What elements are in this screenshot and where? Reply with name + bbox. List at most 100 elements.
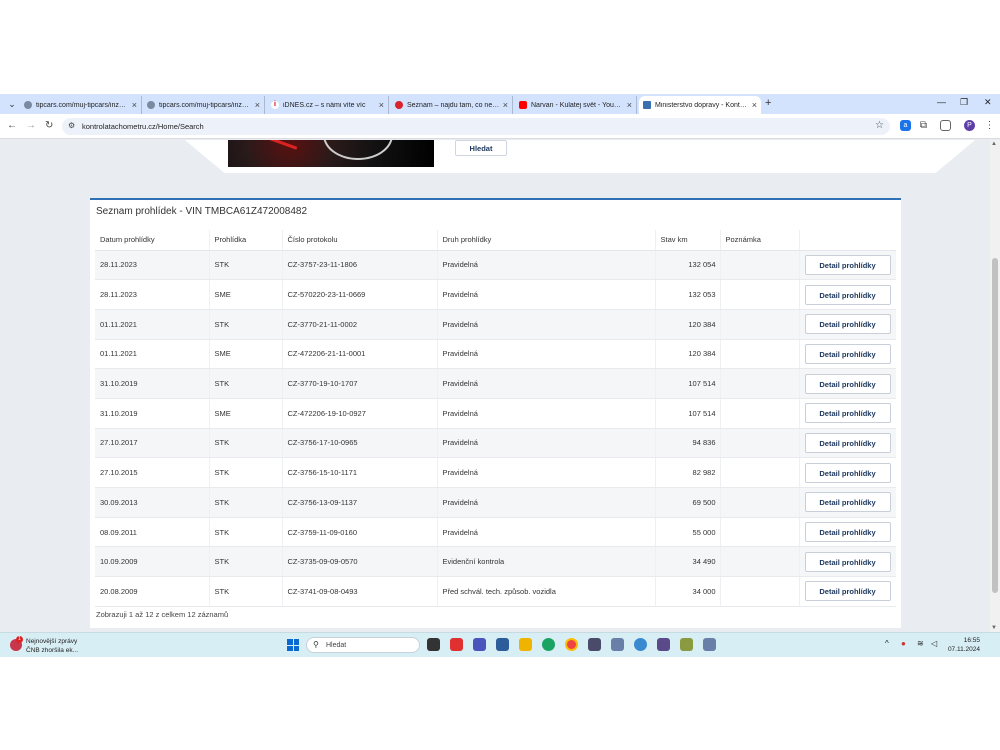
new-tab-icon[interactable]: +: [765, 97, 771, 109]
chrome-icon[interactable]: [565, 638, 578, 651]
taskbar-search[interactable]: ⚲ Hledat: [306, 637, 420, 653]
cell-kind: Pravidelná: [436, 398, 655, 429]
close-tab-icon[interactable]: ×: [132, 100, 137, 110]
scroll-up-icon[interactable]: ▲: [991, 141, 997, 147]
cell-protocol: CZ-3770-19-10-1707: [281, 368, 437, 399]
browser-tab[interactable]: i iDNES.cz – s námi víte víc ×: [267, 96, 389, 114]
system-clock[interactable]: 16:55 07.11.2024: [946, 636, 980, 654]
col-header-kind[interactable]: Druh prohlídky: [436, 230, 655, 251]
detail-button[interactable]: Detail prohlídky: [804, 373, 891, 394]
table-row: 28.11.2023 SME CZ-570220-23-11-0669 Pravide…: [95, 279, 896, 310]
site-info-icon[interactable]: ⚙: [68, 121, 75, 130]
extensions-puzzle-icon[interactable]: ⧉: [918, 120, 929, 131]
card-title: Seznam prohlídek - VIN TMBCA61Z472008482: [96, 206, 308, 217]
cell-km: 120 384: [654, 339, 720, 370]
close-tab-icon[interactable]: ×: [379, 100, 384, 110]
windows-start-icon[interactable]: [287, 639, 299, 651]
cell-km: 94 836: [654, 428, 720, 459]
detail-button[interactable]: Detail prohlídky: [804, 314, 891, 335]
detail-button[interactable]: Detail prohlídky: [804, 492, 891, 513]
cell-protocol: CZ-3770-21-11-0002: [281, 309, 437, 340]
detail-button[interactable]: Detail prohlídky: [804, 254, 891, 275]
table-row: 31.10.2019 SME CZ-472206-19-10-0927 Pravide…: [95, 398, 896, 429]
cell-note: [719, 487, 799, 518]
close-tab-icon[interactable]: ×: [627, 100, 632, 110]
url-text[interactable]: kontrolatachometru.cz/Home/Search: [82, 122, 204, 131]
scroll-down-icon[interactable]: ▼: [991, 625, 997, 631]
col-header-inspection[interactable]: Prohlídka: [208, 230, 282, 251]
cell-kind: Pravidelná: [436, 250, 655, 281]
cell-inspection: STK: [208, 250, 282, 281]
close-window-icon[interactable]: ✕: [984, 97, 992, 108]
close-tab-icon[interactable]: ×: [255, 100, 260, 110]
app-red-icon[interactable]: [450, 638, 463, 651]
cell-km: 55 000: [654, 517, 720, 548]
wifi-icon[interactable]: ≋: [917, 639, 924, 648]
page-content: Hledat Seznam prohlídek - VIN TMBCA61Z47…: [0, 140, 990, 632]
detail-button[interactable]: Detail prohlídky: [804, 522, 891, 543]
cell-note: [719, 309, 799, 340]
browser-tab[interactable]: tipcars.com/muj-tipcars/inzerce ×: [143, 96, 265, 114]
close-tab-icon[interactable]: ×: [752, 100, 757, 110]
search-button[interactable]: Hledat: [455, 140, 507, 156]
col-header-note[interactable]: Poznámka: [719, 230, 799, 251]
browser-tab-active[interactable]: Ministerstvo dopravy - Kontrola ×: [639, 96, 761, 114]
detail-button[interactable]: Detail prohlídky: [804, 343, 891, 364]
speedometer-dial: [323, 140, 393, 160]
minimize-icon[interactable]: —: [937, 97, 946, 107]
cell-note: [719, 368, 799, 399]
app-blue-icon[interactable]: [634, 638, 647, 651]
cell-km: 132 053: [654, 279, 720, 310]
cell-kind: Pravidelná: [436, 428, 655, 459]
detail-button[interactable]: Detail prohlídky: [804, 462, 891, 483]
menu-kebab-icon[interactable]: ⋮: [984, 120, 995, 131]
cell-km: 34 490: [654, 546, 720, 578]
forward-icon[interactable]: →: [26, 120, 36, 131]
tab-title: tipcars.com/muj-tipcars/inzerce: [36, 101, 129, 109]
ministry-icon: [643, 101, 651, 109]
browser-tab[interactable]: tipcars.com/muj-tipcars/inzerce ×: [20, 96, 142, 114]
cell-date: 10.09.2009: [95, 546, 209, 578]
address-bar[interactable]: ⚙ kontrolatachometru.cz/Home/Search ☆: [62, 118, 890, 135]
browser-tab[interactable]: Seznam – najdu tam, co neznám ×: [391, 96, 513, 114]
teams-icon[interactable]: [473, 638, 486, 651]
extension-translate-icon[interactable]: a: [900, 120, 911, 131]
edge-icon[interactable]: [542, 638, 555, 651]
tab-title: iDNES.cz – s námi víte víc: [283, 101, 366, 109]
detail-button[interactable]: Detail prohlídky: [804, 551, 891, 572]
tab-search-icon[interactable]: ⌄: [4, 96, 20, 112]
task-view-icon[interactable]: [427, 638, 440, 651]
app-settings-icon[interactable]: [703, 638, 716, 651]
cell-note: [719, 398, 799, 429]
profile-avatar[interactable]: P: [964, 120, 975, 131]
app-notes-icon[interactable]: [680, 638, 693, 651]
back-icon[interactable]: ←: [7, 120, 17, 131]
page-scrollbar[interactable]: ▲ ▼: [990, 140, 1000, 632]
detail-button[interactable]: Detail prohlídky: [804, 432, 891, 453]
clock-time: 16:55: [963, 637, 980, 644]
close-tab-icon[interactable]: ×: [503, 100, 508, 110]
app-car-icon[interactable]: [588, 638, 601, 651]
app-game-icon[interactable]: [657, 638, 670, 651]
cell-protocol: CZ-3756-13-09-1137: [281, 487, 437, 518]
col-header-date[interactable]: Datum prohlídky: [95, 230, 209, 251]
volume-icon[interactable]: ◁: [931, 639, 937, 648]
cell-date: 28.11.2023: [95, 279, 209, 310]
downloads-icon[interactable]: [940, 120, 951, 131]
scrollbar-thumb[interactable]: [992, 258, 998, 593]
detail-button[interactable]: Detail prohlídky: [804, 581, 891, 602]
col-header-km[interactable]: Stav km: [654, 230, 720, 251]
cell-inspection: SME: [208, 398, 282, 429]
bookmark-star-icon[interactable]: ☆: [875, 120, 884, 131]
col-header-protocol[interactable]: Číslo protokolu: [281, 230, 437, 251]
detail-button[interactable]: Detail prohlídky: [804, 403, 891, 424]
detail-button[interactable]: Detail prohlídky: [804, 284, 891, 305]
reload-icon[interactable]: ↻: [45, 120, 53, 131]
restore-icon[interactable]: ❐: [960, 97, 968, 108]
file-explorer-icon[interactable]: [519, 638, 532, 651]
tray-expand-icon[interactable]: ^: [885, 639, 889, 648]
app-tool-icon[interactable]: [611, 638, 624, 651]
tray-app-icon[interactable]: ●: [901, 639, 906, 648]
browser-tab[interactable]: Narvan - Kulatej svět - YouTube ×: [515, 96, 637, 114]
store-icon[interactable]: [496, 638, 509, 651]
